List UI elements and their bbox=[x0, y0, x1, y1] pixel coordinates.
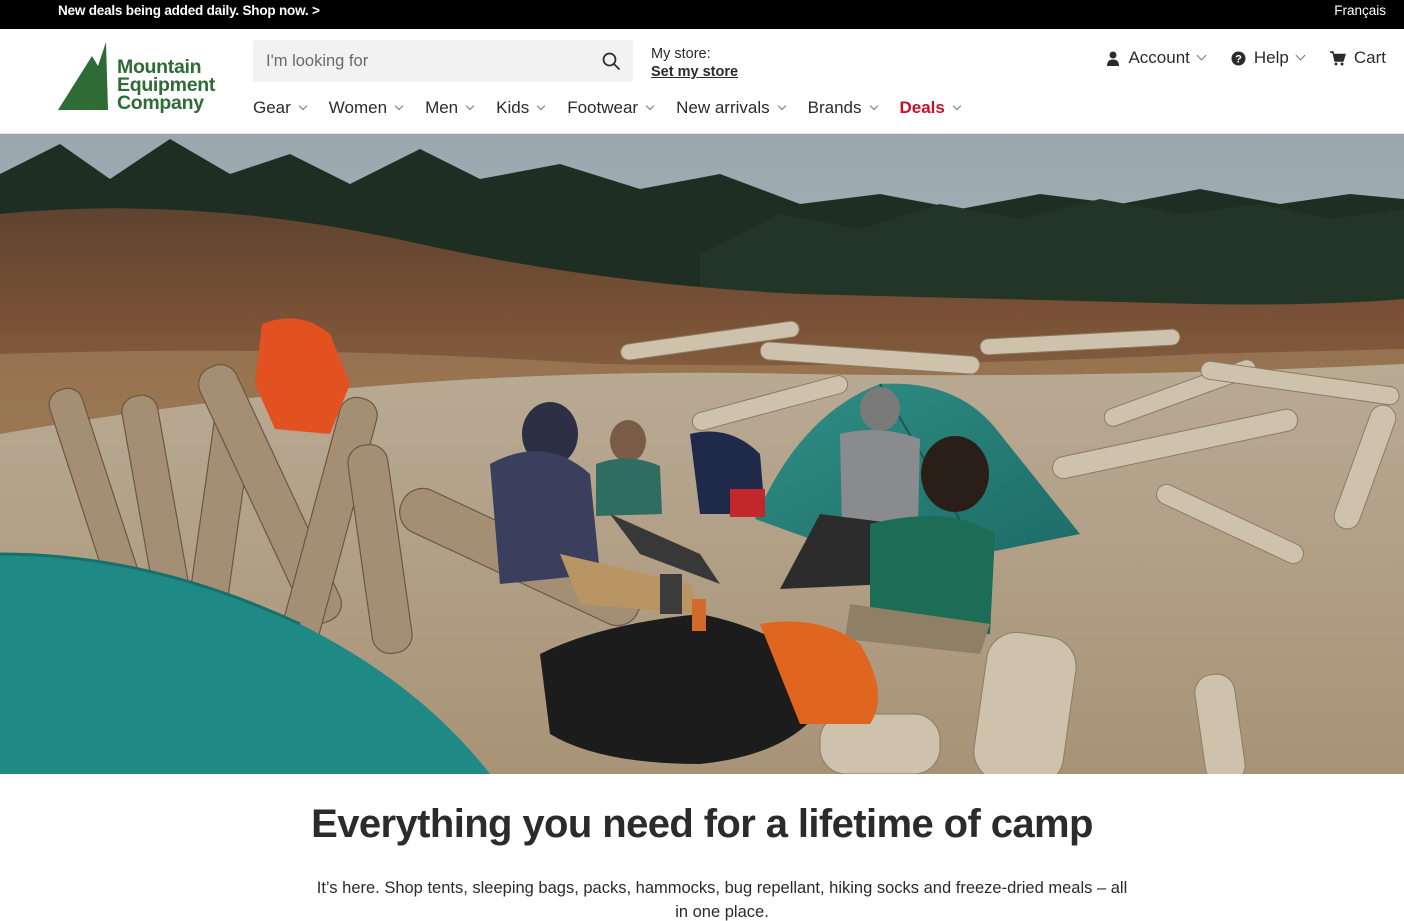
store-label: My store: bbox=[651, 46, 711, 62]
site-header: Mountain Equipment Company My store: Set… bbox=[0, 29, 1404, 134]
cart-icon bbox=[1329, 50, 1346, 65]
nav-brands[interactable]: Brands bbox=[808, 98, 878, 118]
chevron-down-icon bbox=[465, 101, 475, 111]
cart-link[interactable]: Cart bbox=[1329, 48, 1386, 68]
mountain-logo-icon bbox=[58, 42, 108, 110]
help-menu[interactable]: ? Help bbox=[1231, 48, 1306, 68]
promo-link[interactable]: New deals being added daily. Shop now. > bbox=[58, 3, 320, 18]
chevron-down-icon bbox=[1196, 50, 1207, 61]
chevron-down-icon bbox=[952, 101, 962, 111]
nav-footwear[interactable]: Footwear bbox=[567, 98, 655, 118]
chevron-down-icon bbox=[645, 101, 655, 111]
cart-label: Cart bbox=[1353, 48, 1386, 67]
chevron-down-icon bbox=[394, 101, 404, 111]
hero-headline: Everything you need for a lifetime of ca… bbox=[311, 802, 1093, 846]
logo[interactable]: Mountain Equipment Company bbox=[58, 42, 228, 114]
account-menu[interactable]: Account bbox=[1106, 48, 1207, 68]
help-label: Help bbox=[1253, 48, 1289, 67]
hero-image[interactable] bbox=[0, 134, 1404, 774]
hero-camp-photo bbox=[0, 134, 1404, 774]
nav-men[interactable]: Men bbox=[425, 98, 475, 118]
account-label: Account bbox=[1128, 48, 1190, 67]
search-icon[interactable] bbox=[601, 51, 621, 71]
nav-kids[interactable]: Kids bbox=[496, 98, 546, 118]
set-store-link[interactable]: Set my store bbox=[651, 63, 738, 81]
main-nav: Gear Women Men Kids Footwear New arrival… bbox=[253, 98, 983, 118]
chevron-down-icon bbox=[869, 101, 878, 111]
nav-women[interactable]: Women bbox=[329, 98, 404, 118]
search-bar bbox=[253, 40, 633, 82]
nav-deals[interactable]: Deals bbox=[900, 98, 962, 118]
chevron-down-icon bbox=[536, 101, 546, 111]
chevron-down-icon bbox=[777, 101, 786, 111]
store-selector: My store: Set my store bbox=[651, 45, 738, 81]
logo-wordmark: Mountain Equipment Company bbox=[117, 56, 216, 114]
utility-nav: Account ? Help Cart bbox=[1080, 48, 1386, 68]
svg-text:?: ? bbox=[1235, 53, 1242, 65]
help-icon: ? bbox=[1231, 51, 1246, 65]
chevron-down-icon bbox=[1295, 50, 1306, 61]
search-input[interactable] bbox=[253, 40, 593, 82]
user-icon bbox=[1107, 51, 1120, 66]
hero-body: It’s here. Shop tents, sleeping bags, pa… bbox=[316, 879, 1128, 921]
language-toggle[interactable]: Français bbox=[1334, 3, 1386, 18]
promo-bar: New deals being added daily. Shop now. >… bbox=[0, 0, 1404, 29]
nav-gear[interactable]: Gear bbox=[253, 98, 308, 118]
nav-new-arrivals[interactable]: New arrivals bbox=[676, 98, 786, 118]
chevron-down-icon bbox=[298, 101, 308, 111]
